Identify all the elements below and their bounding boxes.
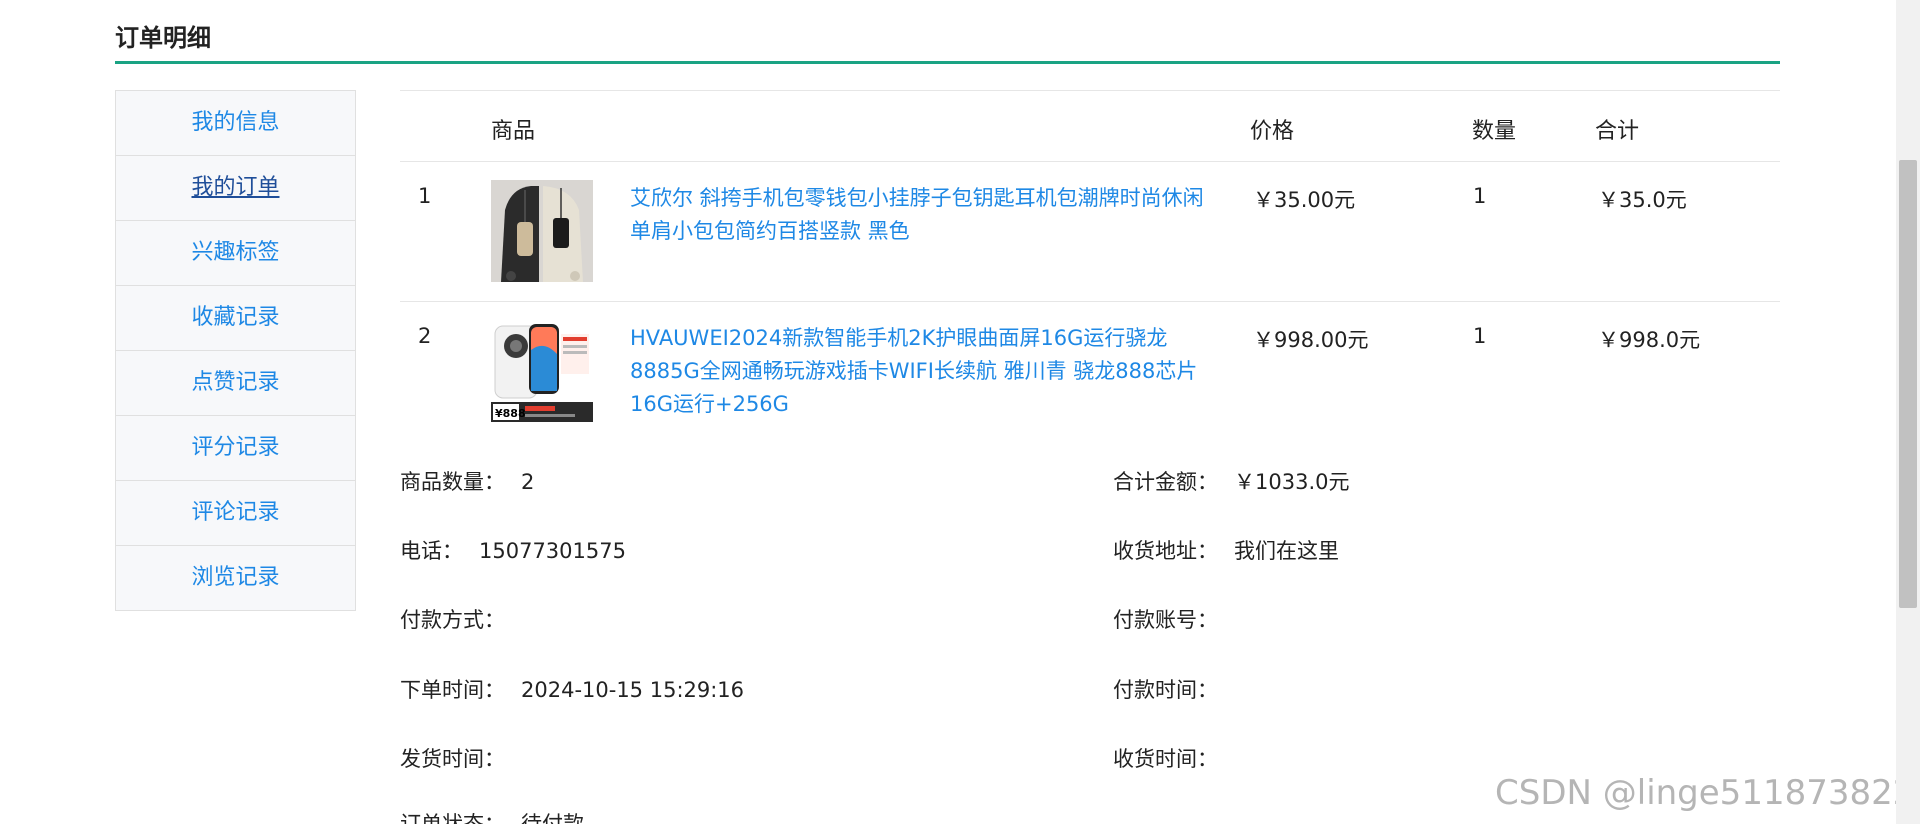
product-image-bag	[491, 180, 593, 282]
table-header: 商品 价格 数量 合计	[400, 90, 1780, 162]
product-price: ￥35.00元	[1253, 188, 1356, 212]
page-title: 订单明细	[115, 24, 211, 52]
sidebar-item-browse-history[interactable]: 浏览记录	[116, 546, 355, 610]
product-name-link[interactable]: 艾欣尔 斜挎手机包零钱包小挂脖子包钥匙耳机包潮牌时尚休闲单肩小包包简约百搭竖款 …	[630, 182, 1220, 248]
order-status-label: 订单状态：	[400, 812, 505, 824]
header-product: 商品	[491, 119, 536, 144]
order-status-value: 待付款	[521, 812, 584, 824]
order-time-field: 下单时间： 2024-10-15 15:29:16	[400, 674, 744, 704]
product-image-phone: ¥888	[491, 320, 593, 422]
product-quantity: 1	[1473, 324, 1487, 348]
sidebar-item-favorites[interactable]: 收藏记录	[116, 286, 355, 351]
csdn-watermark: CSDN @linge511873822	[1495, 773, 1915, 813]
order-time-value: 2024-10-15 15:29:16	[521, 678, 745, 702]
header-total: 合计	[1595, 119, 1640, 144]
title-divider	[115, 61, 1780, 64]
total-amount-field: 合计金额： ￥1033.0元	[1113, 466, 1349, 496]
ship-time-field: 发货时间：	[400, 743, 521, 773]
product-thumbnail[interactable]: ¥888	[491, 320, 593, 422]
phone-value: 15077301575	[479, 539, 626, 563]
phone-field: 电话： 15077301575	[400, 535, 626, 565]
total-amount-label: 合计金额：	[1113, 470, 1218, 494]
pay-method-field: 付款方式：	[400, 604, 521, 634]
header-quantity: 数量	[1472, 119, 1517, 144]
pay-time-field: 付款时间：	[1113, 674, 1234, 704]
ship-time-label: 发货时间：	[400, 747, 505, 771]
svg-text:¥888: ¥888	[495, 407, 526, 420]
sidebar-item-my-orders[interactable]: 我的订单	[116, 156, 355, 221]
sidebar-nav: 我的信息 我的订单 兴趣标签 收藏记录 点赞记录 评分记录 评论记录 浏览记录	[115, 90, 356, 611]
total-amount-value: ￥1033.0元	[1234, 470, 1350, 494]
item-count-value: 2	[521, 470, 535, 494]
sidebar-item-likes[interactable]: 点赞记录	[116, 351, 355, 416]
scrollbar-thumb[interactable]	[1899, 160, 1917, 608]
pay-time-label: 付款时间：	[1113, 678, 1218, 702]
pay-method-label: 付款方式：	[400, 608, 505, 632]
order-detail-page: 订单明细 我的信息 我的订单 兴趣标签 收藏记录 点赞记录 评分记录 评论记录 …	[0, 0, 1920, 824]
sidebar-item-ratings[interactable]: 评分记录	[116, 416, 355, 481]
product-price: ￥998.00元	[1253, 328, 1369, 352]
vertical-scrollbar[interactable]	[1896, 0, 1920, 824]
phone-label: 电话：	[400, 539, 463, 563]
order-time-label: 下单时间：	[400, 678, 505, 702]
product-total: ￥35.0元	[1598, 188, 1687, 212]
item-count-label: 商品数量：	[400, 470, 505, 494]
order-status-field: 订单状态： 待付款	[400, 808, 584, 824]
address-value: 我们在这里	[1234, 539, 1339, 563]
address-field: 收货地址： 我们在这里	[1113, 535, 1339, 565]
address-label: 收货地址：	[1113, 539, 1218, 563]
receive-time-label: 收货时间：	[1113, 747, 1218, 771]
header-price: 价格	[1250, 119, 1295, 144]
product-quantity: 1	[1473, 184, 1487, 208]
pay-account-label: 付款账号：	[1113, 608, 1218, 632]
sidebar-item-my-info[interactable]: 我的信息	[116, 91, 355, 156]
item-count-field: 商品数量： 2	[400, 466, 534, 496]
row-index: 1	[418, 184, 432, 208]
order-items-table: 商品 价格 数量 合计 1 艾欣尔 斜挎手机包零钱包小挂脖子包钥匙耳机包潮牌时尚…	[400, 90, 1780, 441]
pay-account-field: 付款账号：	[1113, 604, 1234, 634]
table-row: 2 ¥888 HVAUWEI2024新款智能手机2K护眼曲面屏16G运行骁龙88…	[400, 302, 1780, 441]
product-total: ￥998.0元	[1598, 328, 1701, 352]
row-index: 2	[418, 324, 432, 348]
product-name-link[interactable]: HVAUWEI2024新款智能手机2K护眼曲面屏16G运行骁龙8885G全网通畅…	[630, 322, 1220, 421]
receive-time-field: 收货时间：	[1113, 743, 1234, 773]
sidebar-item-comments[interactable]: 评论记录	[116, 481, 355, 546]
product-thumbnail[interactable]	[491, 180, 593, 282]
table-row: 1 艾欣尔 斜挎手机包零钱包小挂脖子包钥匙耳机包潮牌时尚休闲单肩小包包简约百搭竖…	[400, 162, 1780, 302]
sidebar-item-interest-tags[interactable]: 兴趣标签	[116, 221, 355, 286]
